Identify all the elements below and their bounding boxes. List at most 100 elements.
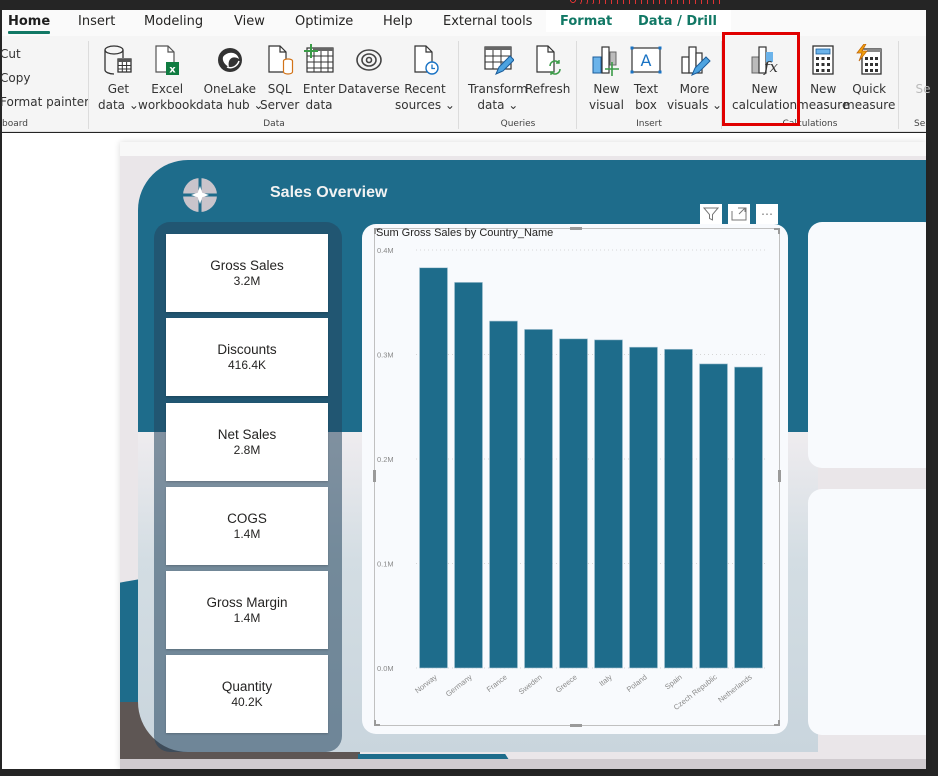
ribbon-tabs: Home Insert Modeling View Optimize Help …	[2, 10, 926, 36]
get-data-label-1: Get	[107, 82, 130, 96]
cut-button[interactable]: Cut	[0, 47, 21, 61]
onelake-label-2: data hub ⌄	[196, 98, 264, 112]
recent-label-2: sources ⌄	[395, 98, 455, 112]
x-tick-label: France	[485, 672, 509, 693]
y-tick-label: 0.1M	[377, 560, 394, 569]
onelake-icon	[213, 43, 247, 77]
tab-home[interactable]: Home	[8, 14, 51, 34]
more-visuals-button[interactable]: More visuals ⌄	[667, 43, 722, 113]
enter-data-button[interactable]: Enter data	[302, 43, 336, 113]
powerbi-window: Home Insert Modeling View Optimize Help …	[0, 0, 938, 776]
sql-server-button[interactable]: SQL Server	[260, 43, 299, 113]
get-data-button[interactable]: Get data ⌄	[98, 43, 139, 113]
new-calculation-icon: fx	[748, 43, 782, 77]
bar-greece[interactable]	[559, 338, 588, 669]
resize-handle[interactable]	[570, 724, 582, 727]
quick-measure-button[interactable]: Quick measure	[843, 43, 895, 113]
truncated-group-label: Se	[914, 119, 926, 129]
kpi-card-cogs[interactable]: COGS 1.4M	[166, 487, 328, 565]
recent-sources-icon	[408, 43, 442, 77]
svg-text:fx: fx	[763, 58, 779, 76]
x-tick-label: Netherlands	[716, 672, 754, 704]
new-measure-icon	[806, 43, 840, 77]
separator	[721, 41, 722, 129]
kpi-card-discounts[interactable]: Discounts 416.4K	[166, 318, 328, 396]
resize-handle[interactable]	[374, 724, 380, 726]
kpi-name: Discounts	[217, 342, 277, 357]
enter-data-label-1: Enter	[302, 82, 336, 96]
bar-czech-republic[interactable]	[699, 363, 728, 669]
recent-label-1: Recent	[404, 82, 446, 96]
y-tick-label: 0.0M	[377, 664, 394, 673]
kpi-card-gross-margin[interactable]: Gross Margin 1.4M	[166, 571, 328, 649]
bar-norway[interactable]	[419, 267, 448, 669]
kpi-card-gross-sales[interactable]: Gross Sales 3.2M	[166, 234, 328, 312]
bar-sweden[interactable]	[524, 329, 553, 669]
tab-optimize[interactable]: Optimize	[295, 14, 353, 29]
refresh-button[interactable]: Refresh	[525, 43, 570, 97]
data-group-label: Data	[263, 119, 285, 129]
new-calculation-button[interactable]: fx New calculation	[732, 43, 797, 113]
dataverse-label: Dataverse	[338, 82, 400, 96]
bar-france[interactable]	[489, 320, 518, 669]
get-data-label-2: data ⌄	[98, 98, 139, 112]
transform-data-icon	[481, 43, 515, 77]
resize-handle[interactable]	[774, 724, 780, 726]
tab-help[interactable]: Help	[383, 14, 413, 29]
svg-text:x: x	[169, 65, 176, 76]
new-visual-button[interactable]: New visual	[589, 43, 624, 113]
kpi-card-net-sales[interactable]: Net Sales 2.8M	[166, 403, 328, 481]
tab-format[interactable]: Format	[546, 10, 627, 32]
tab-insert[interactable]: Insert	[78, 14, 115, 29]
kpi-name: Net Sales	[217, 427, 277, 442]
enter-data-icon	[302, 43, 336, 77]
bar-germany[interactable]	[454, 282, 483, 669]
transform-label-2: data ⌄	[477, 98, 519, 112]
format-painter-button[interactable]: Format painter	[0, 95, 89, 109]
onelake-data-hub-button[interactable]: OneLake data hub ⌄	[196, 43, 264, 113]
new-visual-icon	[589, 43, 623, 77]
truncated-ribbon-button[interactable]: Se	[906, 43, 938, 97]
tab-modeling[interactable]: Modeling	[144, 14, 203, 29]
transform-label-1: Transform	[468, 82, 528, 96]
dataverse-icon	[352, 43, 386, 77]
recent-sources-button[interactable]: Recent sources ⌄	[395, 43, 455, 113]
tab-data-drill[interactable]: Data / Drill	[624, 10, 731, 32]
quick-measure-icon	[852, 43, 886, 77]
bar-italy[interactable]	[594, 339, 623, 669]
filter-icon[interactable]	[700, 204, 722, 224]
bar-spain[interactable]	[664, 348, 693, 669]
kpi-card-quantity[interactable]: Quantity 40.2K	[166, 655, 328, 733]
transform-data-button[interactable]: Transform data ⌄	[468, 43, 528, 113]
tab-external-tools[interactable]: External tools	[443, 14, 532, 29]
resize-handle[interactable]	[778, 228, 780, 234]
new-measure-label-1: New	[810, 82, 837, 96]
separator	[576, 41, 577, 129]
y-tick-label: 0.4M	[377, 246, 394, 255]
ribbon: Home Insert Modeling View Optimize Help …	[0, 10, 931, 132]
new-measure-button[interactable]: New measure	[797, 43, 849, 113]
tab-view[interactable]: View	[234, 14, 265, 29]
bar-poland[interactable]	[629, 346, 658, 669]
excel-workbook-button[interactable]: x Excel workbook	[138, 43, 196, 113]
separator	[88, 41, 89, 129]
text-box-icon: A	[629, 43, 663, 77]
dataverse-button[interactable]: Dataverse	[338, 43, 400, 97]
excel-label-2: workbook	[138, 98, 197, 112]
x-tick-label: Norway	[413, 672, 439, 695]
new-visual-label-2: visual	[589, 98, 624, 112]
resize-handle[interactable]	[570, 227, 582, 230]
more-visuals-label-1: More	[679, 82, 710, 96]
focus-mode-icon[interactable]	[728, 204, 750, 224]
more-visuals-icon	[678, 43, 712, 77]
y-tick-label: 0.2M	[377, 455, 394, 464]
excel-icon: x	[150, 43, 184, 77]
bar-netherlands[interactable]	[734, 366, 763, 669]
copy-button[interactable]: Copy	[0, 71, 30, 85]
sql-server-icon	[263, 43, 297, 77]
ribbon-body: Cut Copy Format painter board Get data ⌄ …	[0, 37, 931, 132]
kpi-panel: Gross Sales 3.2M Discounts 416.4K Net Sa…	[154, 222, 342, 752]
clipboard-group-label: board	[2, 119, 28, 129]
text-box-button[interactable]: A Text box	[629, 43, 663, 113]
more-options-button[interactable]: ⋯	[756, 204, 778, 224]
